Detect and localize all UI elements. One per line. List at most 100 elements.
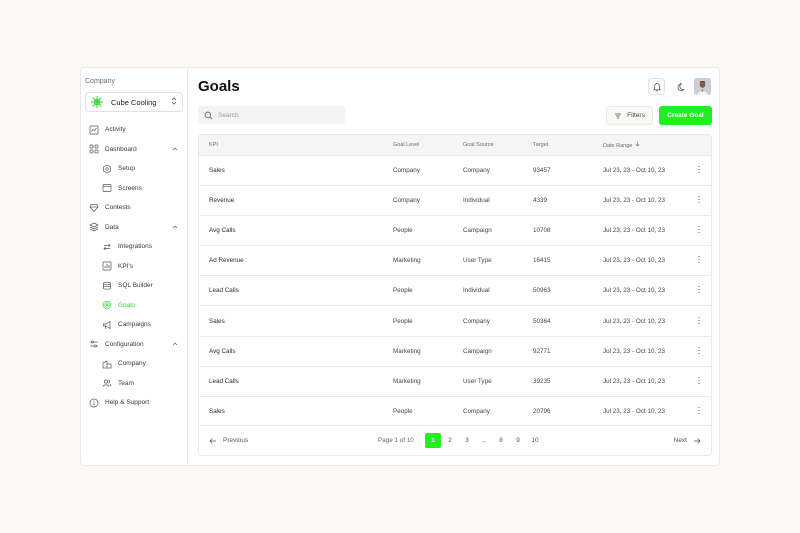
sort-down-icon	[635, 141, 640, 149]
table-row[interactable]: Sales Company Company 93457 Jul 23, 23 - Oct…	[199, 155, 711, 185]
row-menu-button[interactable]	[685, 215, 711, 245]
sidebar-item-label: Configuration	[105, 340, 144, 348]
row-menu-button[interactable]	[685, 366, 711, 396]
cell-date-range: Jul 23, 23 - Oct 10, 23	[603, 408, 665, 416]
sidebar-item-label: Integrations	[118, 243, 152, 251]
previous-button[interactable]: Previous	[209, 437, 248, 445]
company-switcher[interactable]: Cube Cooling	[85, 92, 183, 112]
sidebar-item-setup[interactable]: Setup	[85, 159, 183, 179]
cell-goal-source: Company	[463, 408, 490, 416]
cell-goal-source: User Type	[463, 257, 492, 265]
updown-chevron-icon	[171, 97, 177, 107]
arrows-icon	[102, 242, 112, 252]
sidebar-item-screens[interactable]: Screens	[85, 179, 183, 199]
table-row[interactable]: Avg Calls Marketing Campaign 92771 Jul 23, 2…	[199, 336, 711, 366]
sidebar-item-campaigns[interactable]: Campaigns	[85, 315, 183, 335]
row-menu-button[interactable]	[685, 185, 711, 215]
user-avatar[interactable]	[694, 78, 711, 95]
cell-kpi: Avg Calls	[209, 226, 236, 234]
page-number-button[interactable]: 9	[510, 433, 526, 448]
page-number-button[interactable]: 10	[527, 433, 543, 448]
chevron-up-icon[interactable]	[171, 340, 179, 348]
cell-target: 16415	[533, 257, 551, 265]
chevron-up-icon[interactable]	[171, 223, 179, 231]
activity-icon	[89, 125, 99, 135]
column-header-actions	[685, 135, 711, 155]
column-header-goal-level[interactable]: Goal Level	[383, 135, 453, 155]
row-menu-button[interactable]	[685, 246, 711, 276]
table-header-row: KPI Goal Level Goal Source Target Date R…	[199, 135, 711, 155]
notifications-button[interactable]	[648, 78, 665, 95]
table-row[interactable]: Sales People Company 50364 Jul 23, 23 - Oct …	[199, 305, 711, 336]
sidebar-item-activity[interactable]: Activity	[85, 120, 183, 140]
next-label: Next	[673, 437, 687, 444]
cell-kpi: Lead Calls	[209, 377, 239, 385]
cell-goal-source: Company	[463, 317, 490, 325]
layers-icon	[89, 222, 99, 232]
sidebar-item-goals[interactable]: Goals	[85, 296, 183, 316]
page-number-button[interactable]: 1	[425, 433, 441, 448]
sidebar-item-sql-builder[interactable]: SQL Builder	[85, 276, 183, 296]
cell-goal-level: Marketing	[393, 257, 421, 265]
page-number-button[interactable]: 8	[493, 433, 509, 448]
sidebar-item-company[interactable]: Company	[85, 354, 183, 374]
search-icon	[204, 111, 213, 119]
sidebar-item-help-support[interactable]: Help & Support	[85, 393, 183, 413]
table-row[interactable]: Sales People Company 20796 Jul 23, 23 - Oct …	[199, 396, 711, 427]
more-vertical-icon	[698, 316, 700, 324]
next-button[interactable]: Next	[674, 437, 701, 445]
sidebar-item-kpis[interactable]: KPI's	[85, 257, 183, 277]
sidebar-item-label: Help & Support	[105, 399, 150, 407]
row-menu-button[interactable]	[685, 336, 711, 366]
cell-target: 50963	[533, 287, 551, 295]
row-menu-button[interactable]	[685, 306, 711, 336]
table-row[interactable]: Revenue Company Individual 4339 Jul 23, 23 -…	[199, 185, 711, 215]
dashboard-icon	[89, 144, 99, 154]
cell-date-range: Jul 23, 23 - Oct 10, 23	[603, 226, 665, 234]
setup-icon	[102, 164, 112, 174]
theme-toggle-button[interactable]	[671, 78, 688, 95]
sidebar-item-label: Data	[105, 223, 119, 231]
cell-date-range: Jul 23, 23 - Oct 10, 23	[603, 317, 665, 325]
page-number-button[interactable]: 2	[442, 433, 458, 448]
cell-goal-level: People	[393, 408, 413, 416]
company-name: Cube Cooling	[111, 97, 157, 107]
column-header-kpi[interactable]: KPI	[199, 135, 383, 155]
column-header-target[interactable]: Target	[523, 135, 593, 155]
cell-target: 50364	[533, 317, 551, 325]
sidebar-item-label: Goals	[118, 301, 135, 309]
search-box[interactable]	[198, 106, 345, 124]
column-header-date-range[interactable]: Date Range	[593, 135, 685, 155]
search-input[interactable]	[218, 111, 338, 119]
filters-button[interactable]: Filters	[606, 106, 653, 125]
sidebar-item-team[interactable]: Team	[85, 374, 183, 394]
sidebar-item-integrations[interactable]: Integrations	[85, 237, 183, 257]
more-vertical-icon	[698, 346, 700, 354]
cell-goal-source: Individual	[463, 287, 490, 295]
table-row[interactable]: Lead Calls People Individual 50963 Jul 23, 2…	[199, 275, 711, 306]
cell-date-range: Jul 23, 23 - Oct 10, 23	[603, 347, 665, 355]
page-number-button[interactable]: 3	[459, 433, 475, 448]
row-menu-button[interactable]	[685, 276, 711, 306]
sidebar-item-configuration[interactable]: Configuration	[85, 335, 183, 355]
chevron-up-icon[interactable]	[171, 145, 179, 153]
create-goal-button[interactable]: Create Goal	[659, 106, 712, 125]
sidebar-item-data[interactable]: Data	[85, 218, 183, 238]
sidebar-item-label: Contests	[105, 204, 131, 212]
cell-kpi: Sales	[209, 317, 225, 325]
target-icon	[102, 300, 112, 310]
row-menu-button[interactable]	[685, 397, 711, 427]
page-indicator: Page 1 of 10	[378, 437, 414, 444]
table-row[interactable]: Lead Calls Marketing User Type 39235 Jul 23,…	[199, 366, 711, 396]
cell-date-range: Jul 23, 23 - Oct 10, 23	[603, 287, 665, 295]
sidebar-item-contests[interactable]: Contests	[85, 198, 183, 218]
table-row[interactable]: Avg Calls People Campaign 10708 Jul 23, 23 -…	[199, 215, 711, 245]
sidebar-item-label: Company	[118, 360, 146, 368]
table-row[interactable]: Ad Revenue Marketing User Type 16415 Jul 23,…	[199, 245, 711, 276]
cell-date-range: Jul 23, 23 - Oct 10, 23	[603, 166, 665, 174]
sidebar-item-dashboard[interactable]: Dashboard	[85, 140, 183, 160]
column-header-goal-source[interactable]: Goal Source	[453, 135, 523, 155]
cell-goal-level: People	[393, 287, 413, 295]
bell-icon	[652, 82, 661, 91]
row-menu-button[interactable]	[685, 155, 711, 185]
